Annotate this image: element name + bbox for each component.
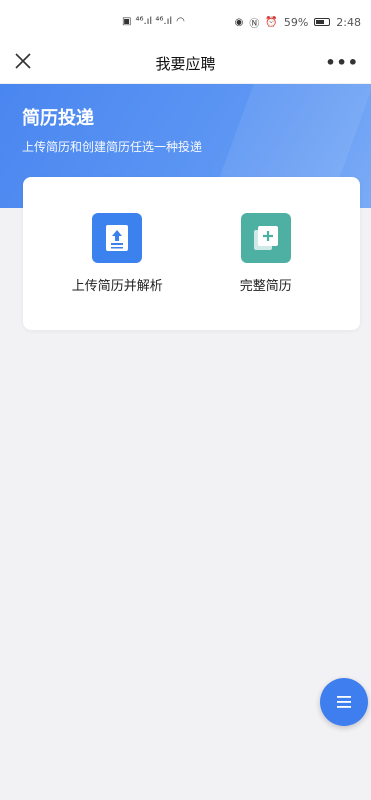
- nfc-icon: Ⓝ: [249, 18, 260, 30]
- close-icon-graphic: [15, 53, 31, 69]
- add-document-graphic: [253, 226, 278, 250]
- alarm-icon: ⏰: [265, 16, 278, 28]
- upload-resume-label: 上传简历并解析: [71, 279, 163, 294]
- menu-icon: [337, 696, 351, 708]
- sim-icon: ▣: [122, 16, 132, 27]
- banner-subtitle: 上传简历和创建简历任选一种投递: [22, 140, 203, 154]
- complete-resume-label: 完整简历: [239, 279, 292, 294]
- network-indicators: ▣ ⁴⁶.ıl ⁴⁶.ıl ◠: [122, 16, 185, 27]
- clock: 2:48: [336, 15, 361, 29]
- menu-fab-button[interactable]: [320, 678, 368, 726]
- upload-resume-option[interactable]: 上传简历并解析: [57, 213, 177, 294]
- signal-icon: ⁴⁶.ıl ⁴⁶.ıl: [135, 16, 173, 27]
- status-right: ◉ Ⓝ ⏰ 59% 2:48: [235, 15, 361, 30]
- banner-title: 简历投递: [22, 108, 94, 129]
- battery-percent: 59%: [283, 15, 309, 29]
- eye-icon: ◉: [234, 16, 244, 28]
- upload-document-icon: [92, 213, 143, 263]
- status-bar: ▣ ⁴⁶.ıl ⁴⁶.ıl ◠ ◉ Ⓝ ⏰ 59% 2:48: [0, 0, 371, 44]
- upload-document-graphic: [106, 225, 129, 251]
- resume-options-card: 上传简历并解析 完整简历: [23, 177, 360, 330]
- wifi-icon: ◠: [176, 16, 185, 27]
- add-document-icon: [240, 213, 291, 263]
- page-title: 我要应聘: [155, 55, 216, 73]
- more-icon[interactable]: •••: [325, 53, 359, 72]
- complete-resume-option[interactable]: 完整简历: [206, 213, 326, 294]
- close-icon[interactable]: [14, 52, 36, 74]
- nav-bar: 我要应聘 •••: [0, 44, 371, 84]
- battery-icon: [314, 18, 331, 26]
